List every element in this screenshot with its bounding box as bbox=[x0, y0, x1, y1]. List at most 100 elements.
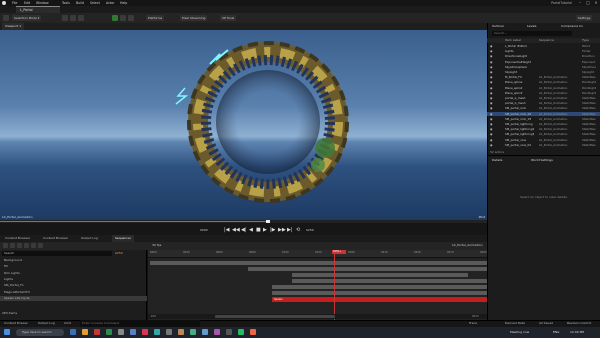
timeline-scrollbar[interactable] bbox=[215, 315, 335, 318]
step-forward-button[interactable]: |▶ bbox=[270, 228, 276, 233]
tab-content-browser-1[interactable]: Content Browser bbox=[2, 235, 33, 242]
outliner-row[interactable]: ◉ portal_a_mesh L0_Portal_Animation StaticM… bbox=[487, 96, 600, 100]
sequencer-track[interactable]: Background bbox=[0, 258, 147, 264]
visibility-eye-icon[interactable]: ◉ bbox=[490, 132, 492, 136]
sequencer-track[interactable]: Lights bbox=[0, 277, 147, 283]
tab-level-l-portal[interactable]: L_Portal bbox=[16, 6, 60, 13]
play-reverse-button[interactable]: ◀ bbox=[249, 228, 253, 233]
taskbar-app-icon[interactable] bbox=[130, 329, 136, 335]
visibility-eye-icon[interactable]: ◉ bbox=[490, 143, 492, 147]
stop-icon[interactable] bbox=[128, 15, 134, 21]
meeting-now-indicator[interactable]: Meeting now bbox=[510, 329, 529, 336]
outliner-row[interactable]: ◉ SM_portal_rock_03 L0_Portal_Animation Sta… bbox=[487, 117, 600, 121]
tab-levels[interactable]: Levels bbox=[524, 23, 539, 29]
outliner-row[interactable]: ◉ DirectionalLight Direction bbox=[487, 54, 600, 58]
sequencer-fps[interactable]: 30 fps bbox=[152, 243, 161, 247]
timeline-section[interactable] bbox=[272, 285, 487, 289]
playhead-label[interactable]: 0250+ bbox=[332, 250, 346, 254]
sequencer-track[interactable]: SM_Portal_Fx bbox=[0, 283, 147, 289]
outliner-row[interactable]: ◉ M_Portal_FX L0_Portal_Animation StaticMes bbox=[487, 75, 600, 79]
outliner-row[interactable]: ◉ SM_portal_lightning3 L0_Portal_Animation… bbox=[487, 132, 600, 136]
taskbar-app-icon[interactable] bbox=[178, 329, 184, 335]
visibility-eye-icon[interactable]: ◉ bbox=[490, 44, 492, 48]
visibility-eye-icon[interactable]: ◉ bbox=[490, 70, 492, 74]
tab-details[interactable]: Details bbox=[489, 157, 505, 163]
taskbar-app-icon[interactable] bbox=[118, 329, 124, 335]
tab-composure[interactable]: Composure Co bbox=[558, 23, 586, 29]
trace-button[interactable]: Trace bbox=[467, 320, 479, 327]
taskbar-app-icon[interactable] bbox=[106, 329, 112, 335]
language-indicator[interactable]: ENG bbox=[553, 329, 559, 336]
visibility-eye-icon[interactable]: ◉ bbox=[490, 106, 492, 110]
visibility-eye-icon[interactable]: ◉ bbox=[490, 96, 492, 100]
output-log-button[interactable]: Output Log bbox=[36, 320, 57, 327]
visibility-eye-icon[interactable]: ◉ bbox=[490, 49, 492, 53]
visibility-eye-icon[interactable]: ◉ bbox=[490, 86, 492, 90]
taskbar-app-icon[interactable] bbox=[226, 329, 232, 335]
timeline-playhead[interactable] bbox=[334, 250, 335, 320]
jump-end-button[interactable]: ▶| bbox=[287, 228, 293, 233]
timeline-section-selected[interactable]: Spawn bbox=[272, 297, 487, 302]
tab-output-log[interactable]: Output Log bbox=[78, 235, 101, 242]
outliner-row[interactable]: ◉ SM_portal_rock L0_Portal_Animation Static… bbox=[487, 106, 600, 110]
visibility-eye-icon[interactable]: ◉ bbox=[490, 138, 492, 142]
outliner-col-type[interactable]: Type bbox=[582, 38, 589, 43]
seq-curve-icon[interactable] bbox=[38, 243, 43, 248]
selection-mode-button[interactable]: Selection Mode ▾ bbox=[12, 15, 42, 21]
blueprint-icon[interactable] bbox=[70, 15, 76, 21]
timeline-range-start[interactable]: -015 bbox=[150, 315, 156, 318]
outliner-row[interactable]: ◉ SM_portal_lightning2 L0_Portal_Animation… bbox=[487, 127, 600, 131]
play-button[interactable]: ▶ bbox=[263, 228, 267, 233]
tab-sequencer[interactable]: Sequencer bbox=[112, 235, 135, 242]
taskbar-app-icon[interactable] bbox=[166, 329, 172, 335]
sequencer-current-frame[interactable]: 0250 bbox=[115, 251, 123, 256]
tab-content-browser-2[interactable]: Content Browser bbox=[40, 235, 71, 242]
taskbar-app-icon[interactable] bbox=[142, 329, 148, 335]
visibility-eye-icon[interactable]: ◉ bbox=[490, 101, 492, 105]
outliner-row[interactable]: ◉ SM_portal_rock_02 L0_Portal_Animation Sta… bbox=[487, 111, 600, 116]
visibility-eye-icon[interactable]: ◉ bbox=[490, 117, 492, 121]
taskbar-app-icon[interactable] bbox=[94, 329, 100, 335]
visibility-eye-icon[interactable]: ◉ bbox=[490, 127, 492, 131]
outliner-row[interactable]: ◉ SkyLight SkyLight bbox=[487, 70, 600, 74]
timeline-section[interactable] bbox=[292, 273, 468, 277]
outliner-row[interactable]: ◉ ExponentialHeight Exponent bbox=[487, 60, 600, 64]
unreal-logo-icon[interactable] bbox=[2, 1, 6, 5]
scrub-handle[interactable] bbox=[266, 220, 270, 223]
platforms-button[interactable]: Platforms bbox=[146, 15, 165, 21]
seq-snap-icon[interactable] bbox=[31, 243, 36, 248]
tab-world-settings[interactable]: World Settings bbox=[528, 157, 556, 163]
all-saved-indicator[interactable]: All Saved bbox=[537, 320, 555, 327]
outliner-row[interactable]: ◉ Plane_splin2 L0_Portal_Animation PointLig… bbox=[487, 86, 600, 90]
seq-camera-icon[interactable] bbox=[24, 243, 29, 248]
outliner-row[interactable]: ◉ L_Portal (Editor) World bbox=[487, 44, 600, 48]
taskbar-app-icon[interactable] bbox=[250, 329, 256, 335]
play-icon[interactable] bbox=[112, 15, 118, 21]
outliner-row[interactable]: ◉ Lights Folder bbox=[487, 49, 600, 53]
outliner-row[interactable]: ◉ SM_portal_vine L0_Portal_Animation Static… bbox=[487, 138, 600, 142]
tab-viewport-1[interactable]: Viewport 1 bbox=[2, 23, 24, 30]
console-command-input[interactable]: Enter Console Command bbox=[80, 320, 200, 327]
vp-tools-button[interactable]: VP Tools bbox=[220, 15, 237, 21]
fast-forward-button[interactable]: ▶▶ bbox=[278, 228, 286, 233]
timeline-section[interactable] bbox=[150, 261, 487, 265]
cmd-dropdown[interactable]: Cmd bbox=[62, 320, 73, 327]
taskbar-app-icon[interactable] bbox=[154, 329, 160, 335]
sequencer-track[interactable]: MagicalPortalVFX bbox=[0, 290, 147, 296]
sequencer-search-input[interactable]: Search bbox=[2, 251, 112, 256]
outliner-col-label[interactable]: Item Label bbox=[505, 38, 521, 43]
timeline-range-end[interactable]: 0015 bbox=[472, 315, 479, 318]
visibility-eye-icon[interactable]: ◉ bbox=[490, 65, 492, 69]
tab-outliner[interactable]: Outliner bbox=[489, 23, 507, 29]
loop-button[interactable]: ⟲ bbox=[296, 228, 300, 233]
visibility-eye-icon[interactable]: ◉ bbox=[490, 91, 492, 95]
settings-button[interactable]: Settings bbox=[576, 15, 593, 21]
taskbar-search-input[interactable]: Type here to search bbox=[16, 329, 64, 336]
outliner-row[interactable]: ◉ SM_portal_vine_02 L0_Portal_Animation Sta… bbox=[487, 143, 600, 147]
pixel-streaming-button[interactable]: Pixel Streaming bbox=[180, 15, 208, 21]
play-options-icon[interactable] bbox=[120, 15, 126, 21]
jump-start-button[interactable]: |◀ bbox=[224, 228, 230, 233]
outliner-row[interactable]: ◉ Plane_splin3 L0_Portal_Animation PointLig… bbox=[487, 91, 600, 95]
visibility-eye-icon[interactable]: ◉ bbox=[490, 54, 492, 58]
sequencer-track[interactable]: Spawn Life Cycle bbox=[0, 295, 147, 302]
